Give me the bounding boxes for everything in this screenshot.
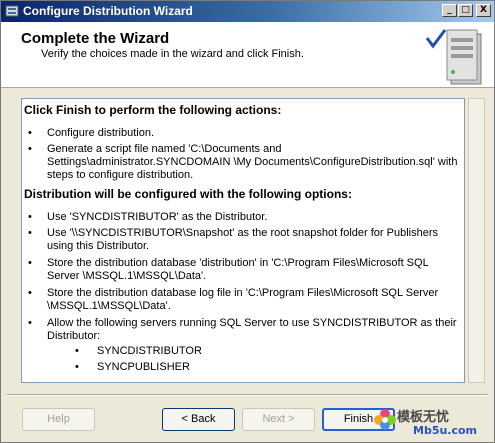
watermark-text-url: Mb5u.com bbox=[413, 424, 478, 437]
option-item: Use '\\SYNCDISTRIBUTOR\Snapshot' as the … bbox=[47, 227, 438, 252]
wizard-window: Configure Distribution Wizard _ □ X Comp… bbox=[0, 0, 495, 443]
bullet-glyph: • bbox=[28, 317, 32, 329]
server-checkmark-icon bbox=[425, 29, 482, 85]
bullet-glyph: • bbox=[28, 227, 32, 239]
action-item: Generate a script file named 'C:\Documen… bbox=[47, 143, 458, 181]
footer-divider bbox=[7, 394, 488, 396]
wizard-app-icon bbox=[5, 4, 19, 18]
bullet-glyph: • bbox=[28, 257, 32, 269]
flower-logo-icon bbox=[374, 409, 396, 430]
vertical-scrollbar[interactable] bbox=[468, 98, 485, 383]
bullet-glyph: • bbox=[75, 345, 79, 357]
bullet-glyph: • bbox=[28, 287, 32, 299]
options-heading: Distribution will be configured with the… bbox=[24, 187, 352, 201]
page-subtitle: Verify the choices made in the wizard an… bbox=[41, 48, 304, 60]
wizard-header: Complete the Wizard Verify the choices m… bbox=[1, 22, 494, 88]
option-item: Store the distribution database log file… bbox=[47, 287, 439, 312]
option-item: Use 'SYNCDISTRIBUTOR' as the Distributor… bbox=[47, 211, 268, 223]
maximize-button[interactable]: □ bbox=[458, 4, 473, 17]
watermark-text-cn: 模板无忧 bbox=[397, 410, 450, 425]
close-button[interactable]: X bbox=[476, 4, 491, 17]
window-title: Configure Distribution Wizard bbox=[23, 4, 193, 18]
bullet-glyph: • bbox=[75, 361, 79, 373]
summary-panel[interactable]: Click Finish to perform the following ac… bbox=[21, 98, 465, 383]
site-watermark: 模板无忧 Mb5u.com bbox=[373, 403, 491, 441]
server-item: SYNCDISTRIBUTOR bbox=[97, 345, 202, 357]
action-item: Configure distribution. bbox=[47, 127, 155, 139]
option-item: Store the distribution database 'distrib… bbox=[47, 257, 429, 282]
option-item: Allow the following servers running SQL … bbox=[47, 317, 457, 342]
actions-heading: Click Finish to perform the following ac… bbox=[24, 103, 282, 117]
bullet-glyph: • bbox=[28, 143, 32, 155]
back-button[interactable]: < Back bbox=[162, 408, 235, 431]
minimize-button[interactable]: _ bbox=[442, 4, 457, 17]
title-bar[interactable]: Configure Distribution Wizard _ □ X bbox=[1, 1, 494, 22]
next-button[interactable]: Next > bbox=[242, 408, 315, 431]
page-title: Complete the Wizard bbox=[21, 30, 170, 47]
server-item: SYNCPUBLISHER bbox=[97, 361, 190, 373]
help-button[interactable]: Help bbox=[22, 408, 95, 431]
bullet-glyph: • bbox=[28, 127, 32, 139]
bullet-glyph: • bbox=[28, 211, 32, 223]
